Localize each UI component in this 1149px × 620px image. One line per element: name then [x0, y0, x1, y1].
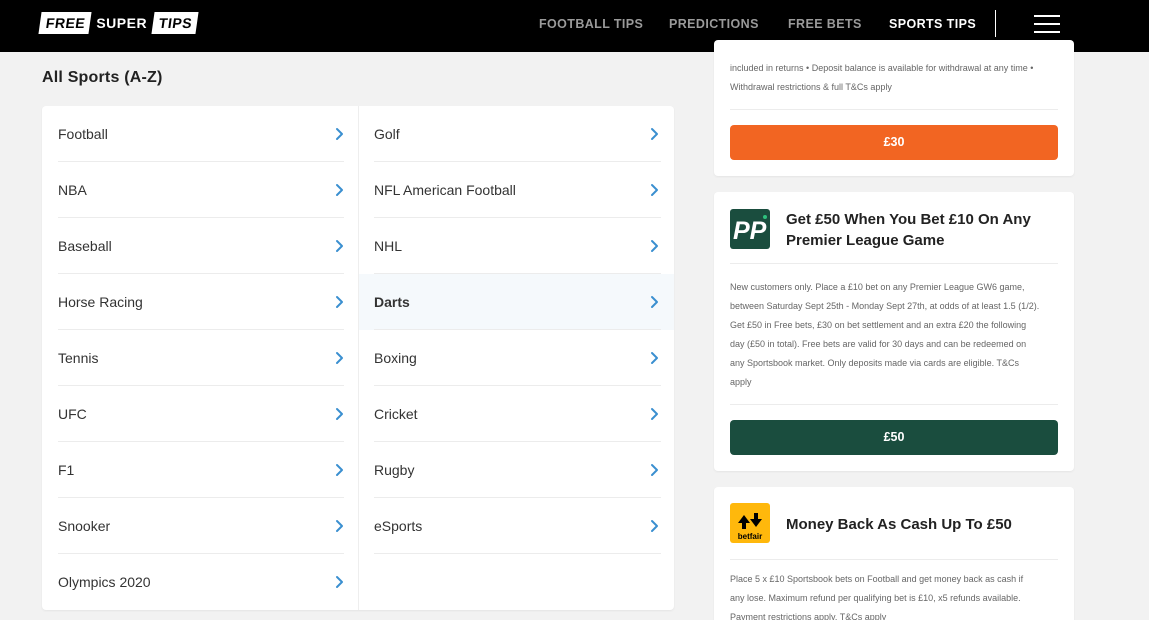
- nav-football-tips[interactable]: FOOTBALL TIPS: [539, 0, 643, 52]
- chevron-right-icon: [335, 463, 344, 477]
- offer-separator: [730, 559, 1058, 560]
- chevron-right-icon: [335, 127, 344, 141]
- sport-label: UFC: [58, 406, 87, 422]
- nav-divider: [995, 10, 996, 37]
- sport-item-esports[interactable]: eSports: [359, 498, 674, 554]
- paddy-power-logo-icon[interactable]: PP: [730, 209, 770, 249]
- offer-card-1: included in returns • Deposit balance is…: [714, 40, 1074, 176]
- sport-item-rugby[interactable]: Rugby: [359, 442, 674, 498]
- chevron-right-icon: [650, 239, 659, 253]
- offer-title: Get £50 When You Bet £10 On Any Premier …: [786, 211, 1031, 249]
- terms-line: Payment restrictions apply. T&Cs apply: [730, 612, 887, 620]
- chevron-right-icon: [335, 351, 344, 365]
- sport-item-nba[interactable]: NBA: [58, 162, 344, 218]
- sport-item-baseball[interactable]: Baseball: [58, 218, 344, 274]
- chevron-right-icon: [650, 127, 659, 141]
- chevron-right-icon: [335, 575, 344, 589]
- betfair-logo-icon[interactable]: betfair: [730, 503, 770, 543]
- offer-terms: Place 5 x £10 Sportsbook bets on Footbal…: [730, 570, 1060, 620]
- terms-line: between Saturday Sept 25th - Monday Sept…: [730, 301, 1040, 311]
- logo-super: SUPER: [96, 15, 148, 31]
- sport-label: Golf: [374, 126, 400, 142]
- sport-label: Horse Racing: [58, 294, 143, 310]
- svg-text:PP: PP: [733, 217, 767, 245]
- sport-item-cricket[interactable]: Cricket: [359, 386, 674, 442]
- chevron-right-icon: [335, 295, 344, 309]
- row-divider: [374, 553, 661, 554]
- hamburger-menu-icon[interactable]: [1034, 15, 1060, 33]
- chevron-right-icon: [650, 519, 659, 533]
- chevron-right-icon: [650, 295, 659, 309]
- chevron-right-icon: [335, 239, 344, 253]
- terms-line: included in returns • Deposit balance is…: [730, 63, 1034, 73]
- chevron-right-icon: [650, 463, 659, 477]
- chevron-right-icon: [650, 183, 659, 197]
- terms-line: any Sportsbook market. Only deposits mad…: [730, 358, 1019, 368]
- sport-item-nhl[interactable]: NHL: [359, 218, 674, 274]
- offer-separator: [730, 263, 1058, 264]
- section-title: All Sports (A-Z): [42, 69, 163, 86]
- sport-label: F1: [58, 462, 75, 478]
- sport-label: Football: [58, 126, 108, 142]
- sport-item-boxing[interactable]: Boxing: [359, 330, 674, 386]
- sport-label: Cricket: [374, 406, 418, 422]
- chevron-right-icon: [335, 407, 344, 421]
- sport-label: Olympics 2020: [58, 574, 151, 590]
- site-logo[interactable]: FREE SUPER TIPS: [38, 12, 199, 34]
- sport-item-olympics-2020[interactable]: Olympics 2020: [58, 554, 344, 610]
- offer-terms: included in returns • Deposit balance is…: [730, 59, 1060, 97]
- sport-label: Darts: [374, 294, 410, 310]
- terms-line: day (£50 in total). Free bets are valid …: [730, 339, 1027, 349]
- terms-line: Place 5 x £10 Sportsbook bets on Footbal…: [730, 574, 1024, 584]
- sport-label: Baseball: [58, 238, 112, 254]
- sport-item-ufc[interactable]: UFC: [58, 386, 344, 442]
- sport-label: Boxing: [374, 350, 417, 366]
- sport-label: NFL American Football: [374, 182, 516, 198]
- claim-offer-button[interactable]: £50: [730, 420, 1058, 455]
- chevron-right-icon: [650, 407, 659, 421]
- offer-title: Money Back As Cash Up To £50: [786, 516, 1012, 533]
- offer-terms: New customers only. Place a £10 bet on a…: [730, 278, 1060, 392]
- sport-item-tennis[interactable]: Tennis: [58, 330, 344, 386]
- chevron-right-icon: [650, 351, 659, 365]
- terms-line: any lose. Maximum refund per qualifying …: [730, 593, 1021, 603]
- logo-free: FREE: [38, 12, 92, 34]
- logo-tips: TIPS: [151, 12, 199, 34]
- sport-item-f1[interactable]: F1: [58, 442, 344, 498]
- sport-item-darts[interactable]: Darts: [359, 274, 674, 330]
- offer-separator: [730, 404, 1058, 405]
- chevron-right-icon: [335, 183, 344, 197]
- sport-item-golf[interactable]: Golf: [359, 106, 674, 162]
- terms-line: apply: [730, 377, 752, 387]
- sport-label: eSports: [374, 518, 423, 534]
- sport-item-football[interactable]: Football: [58, 106, 344, 162]
- offer-card-2: PP Get £50 When You Bet £10 On Any Premi…: [714, 192, 1074, 471]
- svg-text:betfair: betfair: [738, 532, 762, 541]
- sport-item-nfl-american-football[interactable]: NFL American Football: [359, 162, 674, 218]
- sports-list-card: Football NBA Baseball Horse Racing Tennis UFC…: [42, 106, 674, 610]
- sport-item-snooker[interactable]: Snooker: [58, 498, 344, 554]
- terms-line: Withdrawal restrictions & full T&Cs appl…: [730, 82, 892, 92]
- sport-label: Snooker: [58, 518, 111, 534]
- sport-label: Rugby: [374, 462, 415, 478]
- offer-separator: [730, 109, 1058, 110]
- sport-label: NHL: [374, 238, 403, 254]
- sport-item-horse-racing[interactable]: Horse Racing: [58, 274, 344, 330]
- claim-offer-button[interactable]: £30: [730, 125, 1058, 160]
- terms-line: New customers only. Place a £10 bet on a…: [730, 282, 1025, 292]
- chevron-right-icon: [335, 519, 344, 533]
- terms-line: Get £50 in Free bets, £30 on bet settlem…: [730, 320, 1027, 330]
- sport-label: Tennis: [58, 350, 99, 366]
- offer-card-3: betfair Money Back As Cash Up To £50 Pla…: [714, 487, 1074, 620]
- sport-label: NBA: [58, 182, 87, 198]
